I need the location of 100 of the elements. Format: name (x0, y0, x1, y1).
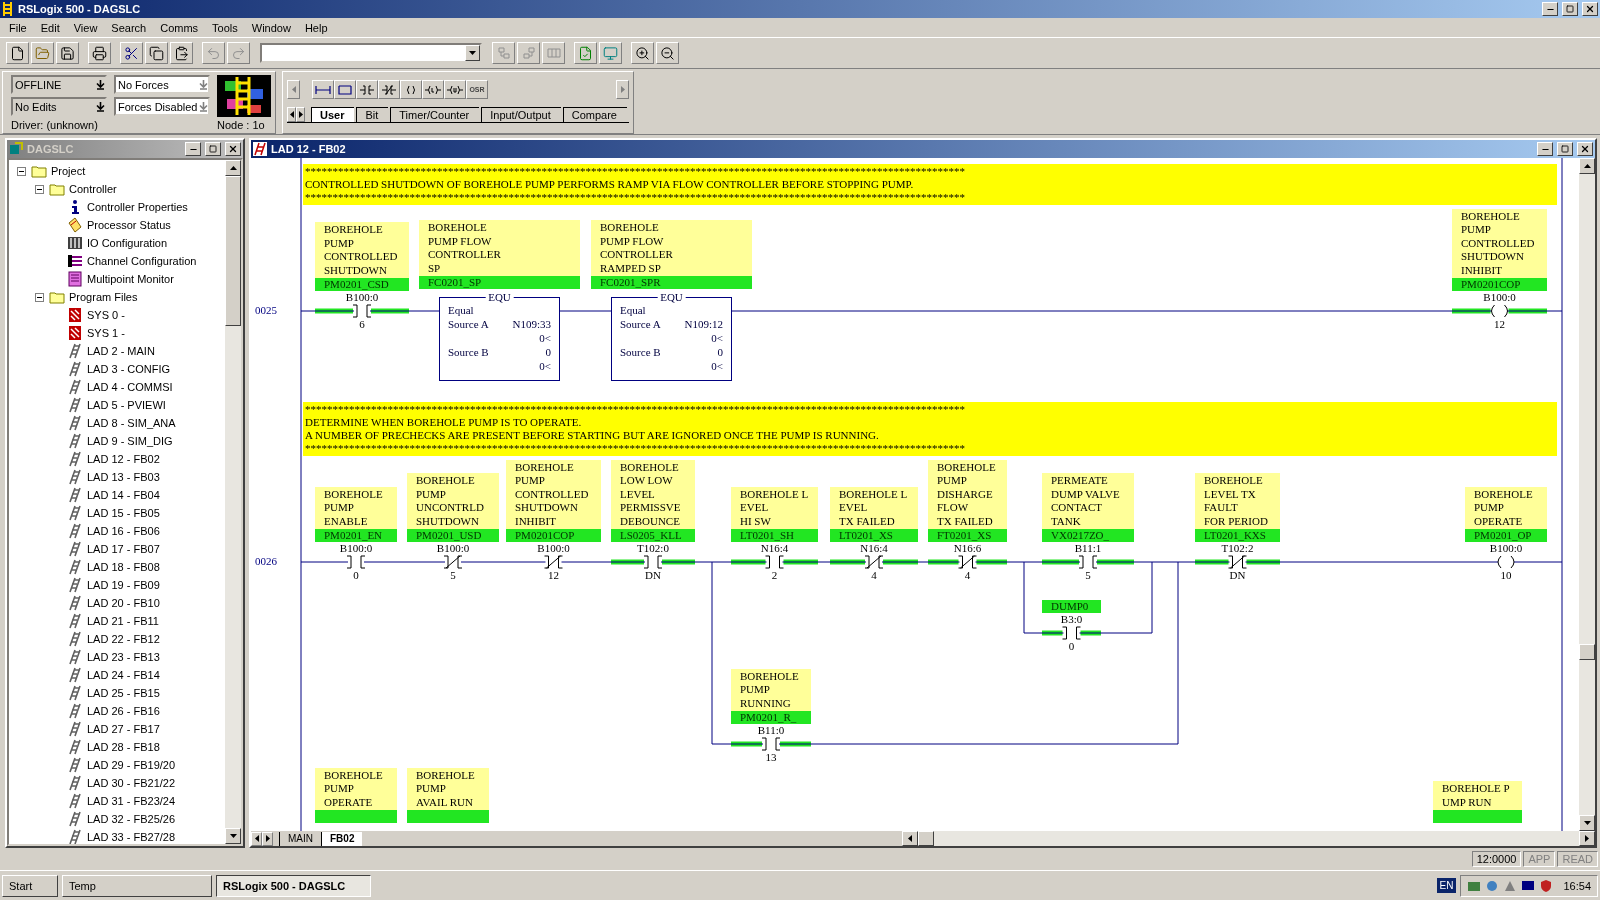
tree-item[interactable]: LAD 30 - FB21/22 (87, 777, 176, 789)
tree-item[interactable]: LAD 31 - FB23/24 (87, 795, 176, 807)
paste-button[interactable] (170, 42, 193, 64)
palette-tab[interactable]: Bit (356, 107, 389, 122)
instruction-button[interactable] (422, 80, 444, 99)
instruction-button[interactable] (312, 80, 334, 99)
open-button[interactable] (31, 42, 54, 64)
tree-item[interactable]: LAD 21 - FB11 (87, 615, 159, 627)
zoom-in-button[interactable] (631, 42, 654, 64)
tree-item[interactable]: LAD 33 - FB27/28 (87, 831, 176, 843)
verify-project-button[interactable] (599, 42, 622, 64)
tree-item[interactable]: LAD 23 - FB13 (87, 651, 160, 663)
tree-item[interactable]: LAD 3 - CONFIG (87, 363, 171, 375)
tree-item[interactable]: LAD 2 - MAIN (87, 345, 155, 357)
tab-left-button[interactable] (251, 831, 262, 846)
tree-item[interactable]: Processor Status (87, 219, 171, 231)
tree-item[interactable]: LAD 4 - COMMSI (87, 381, 173, 393)
tree-item[interactable]: LAD 20 - FB10 (87, 597, 160, 609)
maximize-button[interactable] (205, 142, 221, 156)
toolbar-button[interactable] (517, 42, 540, 64)
tree-item[interactable]: LAD 22 - FB12 (87, 633, 160, 645)
menu-item[interactable]: Search (104, 21, 154, 34)
menu-item[interactable]: Help (297, 21, 335, 34)
scroll-down-button[interactable] (1579, 815, 1595, 831)
tree-item[interactable]: SYS 1 - (87, 327, 125, 339)
scroll-thumb[interactable] (225, 176, 241, 326)
menu-item[interactable]: Tools (205, 21, 245, 34)
tree-item[interactable]: LAD 28 - FB18 (87, 741, 160, 753)
new-button[interactable] (6, 42, 29, 64)
palette-tab[interactable]: User (311, 107, 355, 122)
menu-item[interactable]: Window (244, 21, 298, 34)
tree-item[interactable]: LAD 12 - FB02 (87, 453, 160, 465)
tree-item[interactable]: SYS 0 - (87, 309, 125, 321)
save-button[interactable] (56, 42, 79, 64)
undo-button[interactable] (202, 42, 225, 64)
menu-item[interactable]: Edit (33, 21, 67, 34)
tree-item[interactable]: LAD 15 - FB05 (87, 507, 160, 519)
collapse-icon[interactable] (35, 292, 44, 302)
tree-item[interactable]: LAD 27 - FB17 (87, 723, 160, 735)
verify-file-button[interactable] (574, 42, 597, 64)
tab-right-button[interactable] (262, 831, 273, 846)
collapse-icon[interactable] (17, 166, 26, 176)
scroll-down-button[interactable] (225, 828, 241, 844)
tree-item[interactable]: LAD 14 - FB04 (87, 489, 160, 501)
collapse-icon[interactable] (35, 184, 44, 194)
print-button[interactable] (88, 42, 111, 64)
cut-button[interactable] (120, 42, 143, 64)
palette-tab[interactable]: Input/Output (481, 107, 561, 122)
taskbar-button[interactable]: Start (2, 874, 58, 897)
tree-item[interactable]: Project (51, 165, 86, 177)
tree-item[interactable]: Program Files (69, 291, 138, 303)
tree-item[interactable]: LAD 18 - FB08 (87, 561, 160, 573)
tab-right-button[interactable] (296, 107, 305, 122)
tree-item[interactable]: LAD 26 - FB16 (87, 705, 160, 717)
taskbar-button[interactable]: RSLogix 500 - DAGSLC (216, 874, 371, 897)
language-indicator[interactable]: EN (1436, 878, 1457, 893)
minimize-button[interactable] (1537, 142, 1553, 156)
edits-select[interactable]: No Edits (11, 97, 107, 116)
tree-item[interactable]: LAD 8 - SIM_ANA (87, 417, 176, 429)
tree-item[interactable]: LAD 16 - FB06 (87, 525, 160, 537)
menu-item[interactable]: File (2, 21, 34, 34)
mode-select[interactable]: OFFLINE (11, 75, 107, 94)
instruction-button[interactable] (378, 80, 400, 99)
close-button[interactable] (225, 142, 241, 156)
scroll-thumb[interactable] (918, 831, 935, 846)
tree-item[interactable]: IO Configuration (87, 237, 168, 249)
close-button[interactable] (1577, 142, 1593, 156)
taskbar-button[interactable]: Temp (62, 874, 212, 897)
tree-item[interactable]: LAD 9 - SIM_DIG (87, 435, 173, 447)
scroll-up-button[interactable] (1579, 158, 1595, 174)
forces-enable-select[interactable]: Forces Disabled (114, 97, 210, 116)
copy-button[interactable] (145, 42, 168, 64)
tree-item[interactable]: Multipoint Monitor (87, 273, 174, 285)
instruction-button[interactable] (334, 80, 356, 99)
zoom-out-button[interactable] (656, 42, 679, 64)
menu-item[interactable]: Comms (153, 21, 206, 34)
tree-item[interactable]: Controller Properties (87, 201, 188, 213)
sheet-tab[interactable]: FB02 (321, 831, 363, 846)
scroll-left-button[interactable] (287, 80, 300, 99)
tree-item[interactable]: LAD 13 - FB03 (87, 471, 160, 483)
close-button[interactable] (1582, 2, 1598, 16)
tree-item[interactable]: LAD 17 - FB07 (87, 543, 160, 555)
minimize-button[interactable] (1542, 2, 1558, 16)
instruction-button[interactable] (400, 80, 422, 99)
maximize-button[interactable] (1562, 2, 1578, 16)
instruction-button[interactable] (356, 80, 378, 99)
scroll-up-button[interactable] (225, 160, 241, 176)
tree-item[interactable]: Controller (69, 183, 117, 195)
maximize-button[interactable] (1557, 142, 1573, 156)
forces-select[interactable]: No Forces (114, 75, 210, 94)
tree-item[interactable]: Channel Configuration (87, 255, 197, 267)
tree-item[interactable]: LAD 29 - FB19/20 (87, 759, 176, 771)
tree-item[interactable]: LAD 25 - FB15 (87, 687, 160, 699)
scroll-right-button[interactable] (616, 80, 629, 99)
search-combo[interactable] (260, 43, 482, 63)
tab-left-button[interactable] (287, 107, 296, 122)
tree-item[interactable]: LAD 24 - FB14 (87, 669, 160, 681)
scroll-thumb[interactable] (1579, 644, 1595, 660)
tree-item[interactable]: LAD 19 - FB09 (87, 579, 160, 591)
tree-item[interactable]: LAD 32 - FB25/26 (87, 813, 176, 825)
